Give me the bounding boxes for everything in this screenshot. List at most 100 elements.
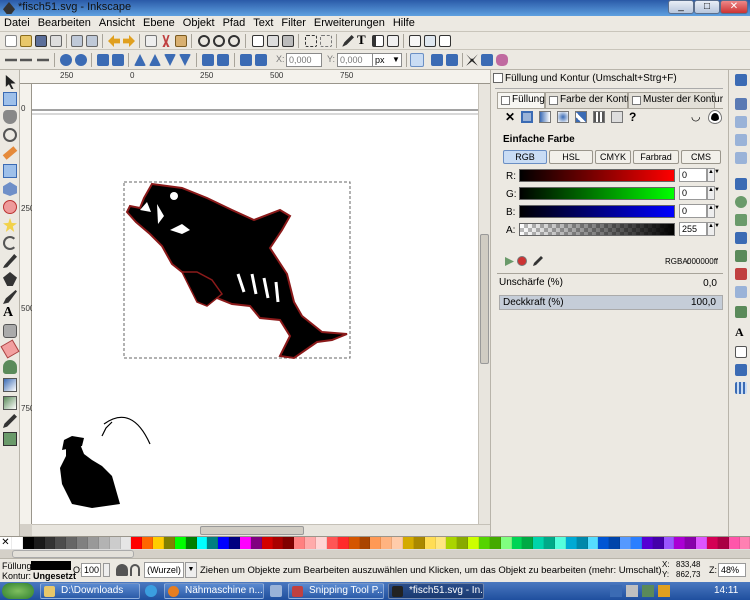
- snap-cusp-icon[interactable]: [735, 232, 747, 244]
- color-swatch[interactable]: [544, 537, 555, 549]
- fill-indicator[interactable]: [31, 561, 71, 570]
- color-swatch[interactable]: [381, 537, 393, 549]
- deselect-icon[interactable]: [37, 58, 49, 62]
- color-swatch[interactable]: [685, 537, 697, 549]
- menu-hilfe[interactable]: Hilfe: [389, 16, 419, 29]
- new-document-icon[interactable]: [5, 35, 17, 47]
- color-swatch[interactable]: [576, 537, 588, 549]
- select-all-icon[interactable]: [5, 58, 17, 62]
- star-tool-icon[interactable]: [3, 218, 17, 232]
- color-swatch[interactable]: [630, 537, 642, 549]
- stroke-value[interactable]: Ungesetzt: [33, 571, 76, 581]
- color-swatch[interactable]: [511, 537, 523, 549]
- color-swatch[interactable]: [620, 537, 631, 549]
- color-swatch[interactable]: [294, 537, 306, 549]
- tray-app-icon[interactable]: [642, 585, 654, 597]
- pen-tool-icon[interactable]: [3, 272, 17, 286]
- color-swatch[interactable]: [728, 537, 740, 549]
- dropper-tool-icon[interactable]: [3, 414, 17, 428]
- color-swatch[interactable]: [478, 537, 490, 549]
- redo-icon[interactable]: [123, 35, 135, 47]
- select-all-layers-icon[interactable]: [20, 58, 32, 62]
- import-icon[interactable]: [71, 35, 83, 47]
- text-tool-icon[interactable]: A: [3, 306, 17, 320]
- open-icon[interactable]: [20, 35, 32, 47]
- zoom-tool-icon[interactable]: [3, 128, 17, 142]
- group-icon[interactable]: [305, 35, 317, 47]
- color-palette[interactable]: ✕: [0, 536, 750, 550]
- color-swatch[interactable]: [489, 537, 501, 549]
- fisherman-silhouette[interactable]: [60, 416, 151, 508]
- export-icon[interactable]: [86, 35, 98, 47]
- print-icon[interactable]: [50, 35, 62, 47]
- snap-toggle-icon[interactable]: [410, 53, 424, 67]
- swatch-icon[interactable]: [611, 111, 623, 123]
- snap-grid-icon[interactable]: [735, 364, 747, 376]
- color-swatch[interactable]: [468, 537, 479, 549]
- color-swatch[interactable]: [229, 537, 241, 549]
- color-swatch[interactable]: [240, 537, 251, 549]
- color-swatch[interactable]: [413, 537, 425, 549]
- fill-rule-nonzero-icon[interactable]: [708, 110, 722, 124]
- snap-intersections-icon[interactable]: [735, 214, 747, 226]
- layer-lock-icon[interactable]: [130, 564, 140, 576]
- lower-icon[interactable]: [164, 54, 176, 66]
- pencil-tool-icon[interactable]: [3, 254, 17, 268]
- layer-visibility-icon[interactable]: [116, 564, 128, 576]
- snap-bbox-midpoint-icon[interactable]: [735, 152, 747, 164]
- save-icon[interactable]: [35, 35, 47, 47]
- no-paint-icon[interactable]: ✕: [505, 111, 517, 123]
- snap-bbox-edge-icon[interactable]: [735, 116, 747, 128]
- snap-page-icon[interactable]: [735, 346, 747, 358]
- duplicate-icon[interactable]: [252, 35, 264, 47]
- maximize-button[interactable]: □: [694, 0, 720, 14]
- color-swatch[interactable]: [88, 537, 99, 549]
- snap-rotation-center-icon[interactable]: [735, 306, 747, 318]
- mesh-tool-icon[interactable]: [3, 396, 17, 410]
- blue-spinner[interactable]: ▲▼: [707, 204, 720, 218]
- menu-objekt[interactable]: Objekt: [179, 16, 219, 29]
- color-swatch[interactable]: [424, 537, 436, 549]
- color-swatch[interactable]: [66, 537, 78, 549]
- linear-gradient-icon[interactable]: [539, 111, 551, 123]
- xml-editor-icon[interactable]: [372, 35, 384, 47]
- transform-paths-icon[interactable]: [496, 54, 508, 66]
- color-swatch[interactable]: [272, 537, 284, 549]
- color-swatch[interactable]: [663, 537, 675, 549]
- symbols-icon[interactable]: [439, 35, 451, 47]
- start-button[interactable]: [2, 583, 34, 599]
- opacity-status-spinner[interactable]: [103, 563, 110, 577]
- mode-rgb-button[interactable]: RGB: [503, 150, 547, 164]
- tab-stroke-paint[interactable]: Farbe der Kontur: [545, 92, 636, 108]
- rotate-90-ccw-icon[interactable]: [217, 54, 229, 66]
- picker-icon[interactable]: [533, 256, 543, 266]
- eraser-tool-icon[interactable]: [0, 339, 20, 359]
- flip-horizontal-icon[interactable]: [97, 54, 109, 66]
- color-swatch[interactable]: [587, 537, 599, 549]
- cut-icon[interactable]: [162, 35, 170, 47]
- unset-paint-icon[interactable]: ?: [629, 111, 641, 123]
- x-field[interactable]: 0,000: [286, 53, 322, 67]
- opacity-status-field[interactable]: 100: [81, 563, 101, 577]
- color-swatch[interactable]: [218, 537, 230, 549]
- layer-dropdown-icon[interactable]: ▼: [185, 562, 197, 578]
- color-swatch[interactable]: [164, 537, 175, 549]
- tray-update-icon[interactable]: [658, 585, 670, 597]
- color-swatch[interactable]: [55, 537, 67, 549]
- minimize-button[interactable]: _: [668, 0, 694, 14]
- paste-icon[interactable]: [175, 35, 187, 47]
- vertical-scroll-thumb[interactable]: [480, 234, 489, 364]
- opacity-slider[interactable]: Deckkraft (%) 100,0: [499, 295, 723, 310]
- color-swatch[interactable]: [44, 537, 56, 549]
- color-swatch[interactable]: [120, 537, 132, 549]
- rgba-value[interactable]: 000000ff: [687, 257, 718, 266]
- color-swatch[interactable]: [598, 537, 610, 549]
- task-browser[interactable]: Nähmaschine n...: [164, 583, 264, 599]
- task-snipping-tool[interactable]: Snipping Tool P...: [288, 583, 384, 599]
- snap-midpoints-icon[interactable]: [735, 268, 747, 280]
- object-flip-icon[interactable]: [240, 54, 252, 66]
- alpha-spinner[interactable]: ▲▼: [707, 222, 720, 236]
- color-swatch[interactable]: [316, 537, 327, 549]
- color-swatch[interactable]: [533, 537, 545, 549]
- connector-tool-icon[interactable]: [3, 432, 17, 446]
